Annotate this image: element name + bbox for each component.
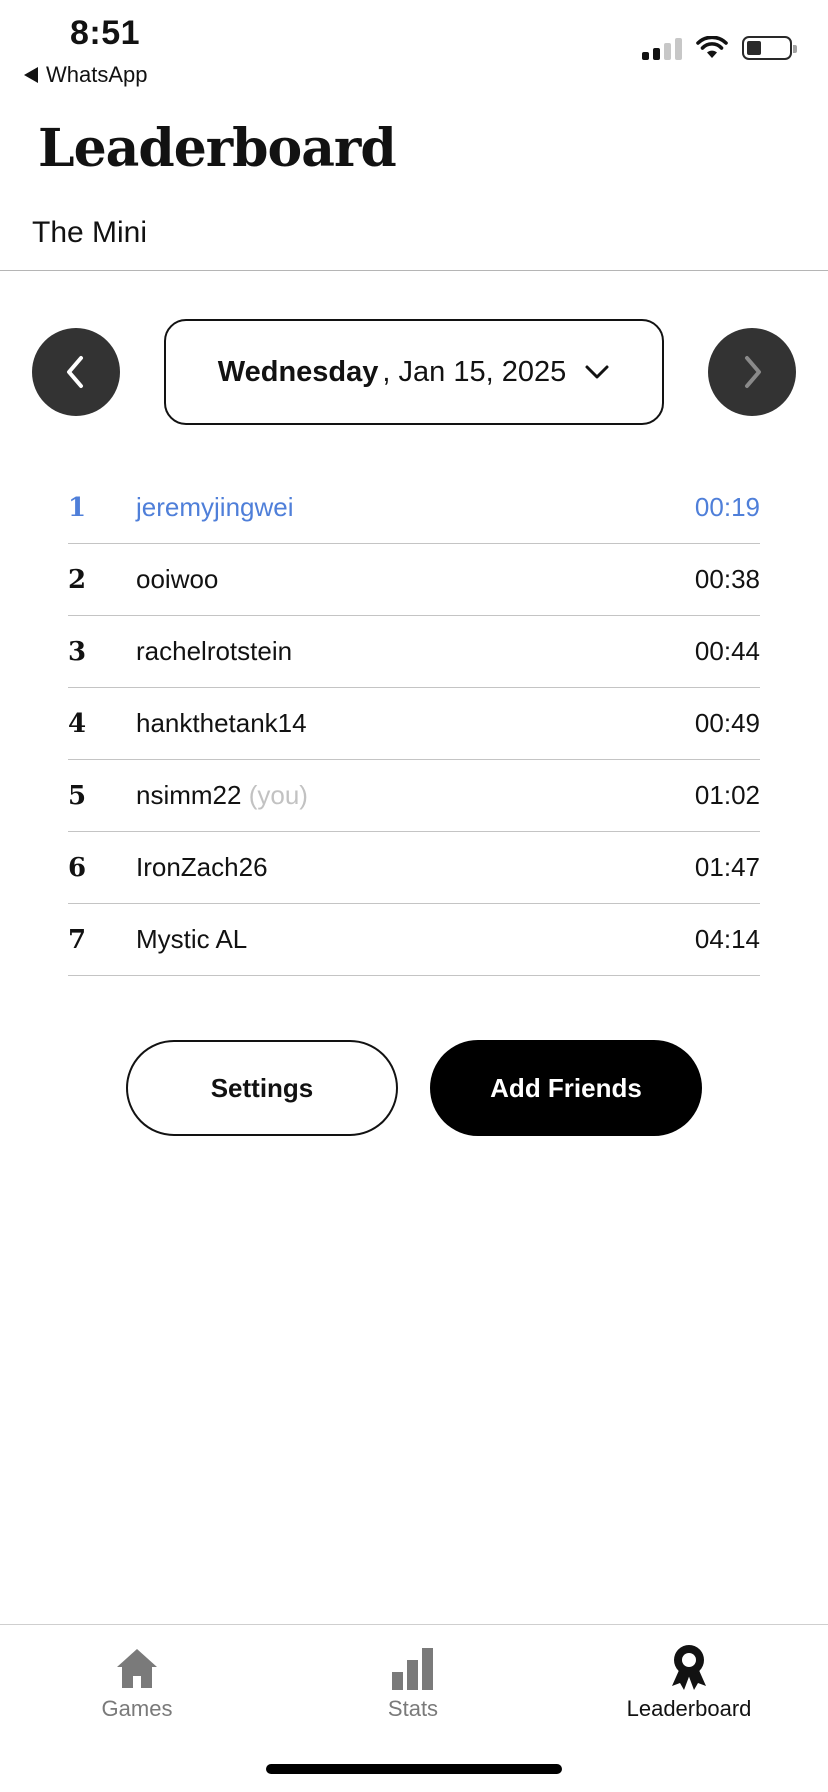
back-app-label: WhatsApp: [46, 62, 148, 87]
screen: 8:51 WhatsApp Leaderboard The Mini Wedne…: [0, 0, 828, 1792]
settings-button[interactable]: Settings: [126, 1040, 398, 1136]
player-name: rachelrotstein: [136, 636, 293, 666]
leaderboard-row: 6 IronZach26 01:47: [68, 832, 760, 904]
player-name: ooiwoo: [136, 564, 219, 594]
player-name: hankthetank14: [136, 708, 307, 738]
next-day-button[interactable]: [708, 328, 796, 416]
rank: 3: [68, 636, 87, 667]
solve-time: 00:38: [694, 564, 760, 594]
tab-leaderboard[interactable]: Leaderboard: [589, 1640, 789, 1722]
tab-label: Stats: [387, 1696, 439, 1721]
cellular-signal-icon: [642, 36, 682, 60]
solve-time: 00:49: [694, 708, 760, 738]
status-time: 8:51: [70, 14, 141, 52]
tab-games[interactable]: Games: [37, 1640, 237, 1722]
ribbon-icon: [669, 1640, 709, 1690]
leaderboard-row: 2 ooiwoo 00:38: [68, 544, 760, 616]
tab-label: Games: [101, 1696, 173, 1721]
player-name: nsimm22 (you): [136, 780, 308, 810]
solve-time: 01:47: [694, 852, 760, 882]
battery-icon: [742, 36, 797, 60]
chevron-down-icon: [584, 363, 610, 381]
rank: 2: [68, 564, 87, 595]
rank: 7: [68, 924, 87, 955]
rank: 5: [68, 780, 87, 811]
home-indicator[interactable]: [266, 1764, 562, 1774]
tab-bar-divider: [0, 1624, 828, 1625]
player-name: IronZach26: [136, 852, 268, 882]
bar-chart-icon: [391, 1640, 435, 1690]
tab-label: Leaderboard: [626, 1696, 752, 1721]
chevron-right-icon: [745, 356, 761, 388]
status-indicators: [642, 36, 797, 60]
leaderboard-row: 1 jeremyjingwei 00:19: [68, 472, 760, 544]
wifi-icon: [696, 36, 728, 58]
rank: 1: [68, 492, 87, 523]
solve-time: 04:14: [694, 924, 760, 954]
player-name: jeremyjingwei: [136, 492, 294, 522]
leaderboard-list: 1 jeremyjingwei 00:19 2 ooiwoo 00:38 3 r…: [68, 472, 760, 976]
leaderboard-row: 4 hankthetank14 00:49: [68, 688, 760, 760]
date-text: , Jan 15, 2025: [382, 355, 567, 388]
previous-day-button[interactable]: [32, 328, 120, 416]
page-title: Leaderboard: [38, 118, 397, 179]
home-icon: [115, 1640, 159, 1690]
date-day: Wednesday: [217, 355, 379, 388]
player-name: Mystic AL: [136, 924, 248, 954]
chevron-left-icon: [67, 356, 83, 388]
add-friends-button[interactable]: Add Friends: [430, 1040, 702, 1136]
leaderboard-row-self: 5 nsimm22 (you) 01:02: [68, 760, 760, 832]
header-divider: [0, 270, 828, 271]
back-triangle-icon: [24, 67, 38, 83]
you-label: (you): [248, 780, 308, 810]
leaderboard-row: 3 rachelrotstein 00:44: [68, 616, 760, 688]
rank: 4: [68, 708, 87, 739]
date-selector[interactable]: Wednesday, Jan 15, 2025: [164, 319, 664, 425]
solve-time: 01:02: [694, 780, 760, 810]
back-to-app-link[interactable]: WhatsApp: [24, 62, 148, 88]
tab-stats[interactable]: Stats: [313, 1640, 513, 1722]
rank: 6: [68, 852, 87, 883]
solve-time: 00:44: [694, 636, 760, 666]
solve-time: 00:19: [694, 492, 760, 522]
game-subtitle: The Mini: [32, 216, 148, 249]
leaderboard-row: 7 Mystic AL 04:14: [68, 904, 760, 976]
